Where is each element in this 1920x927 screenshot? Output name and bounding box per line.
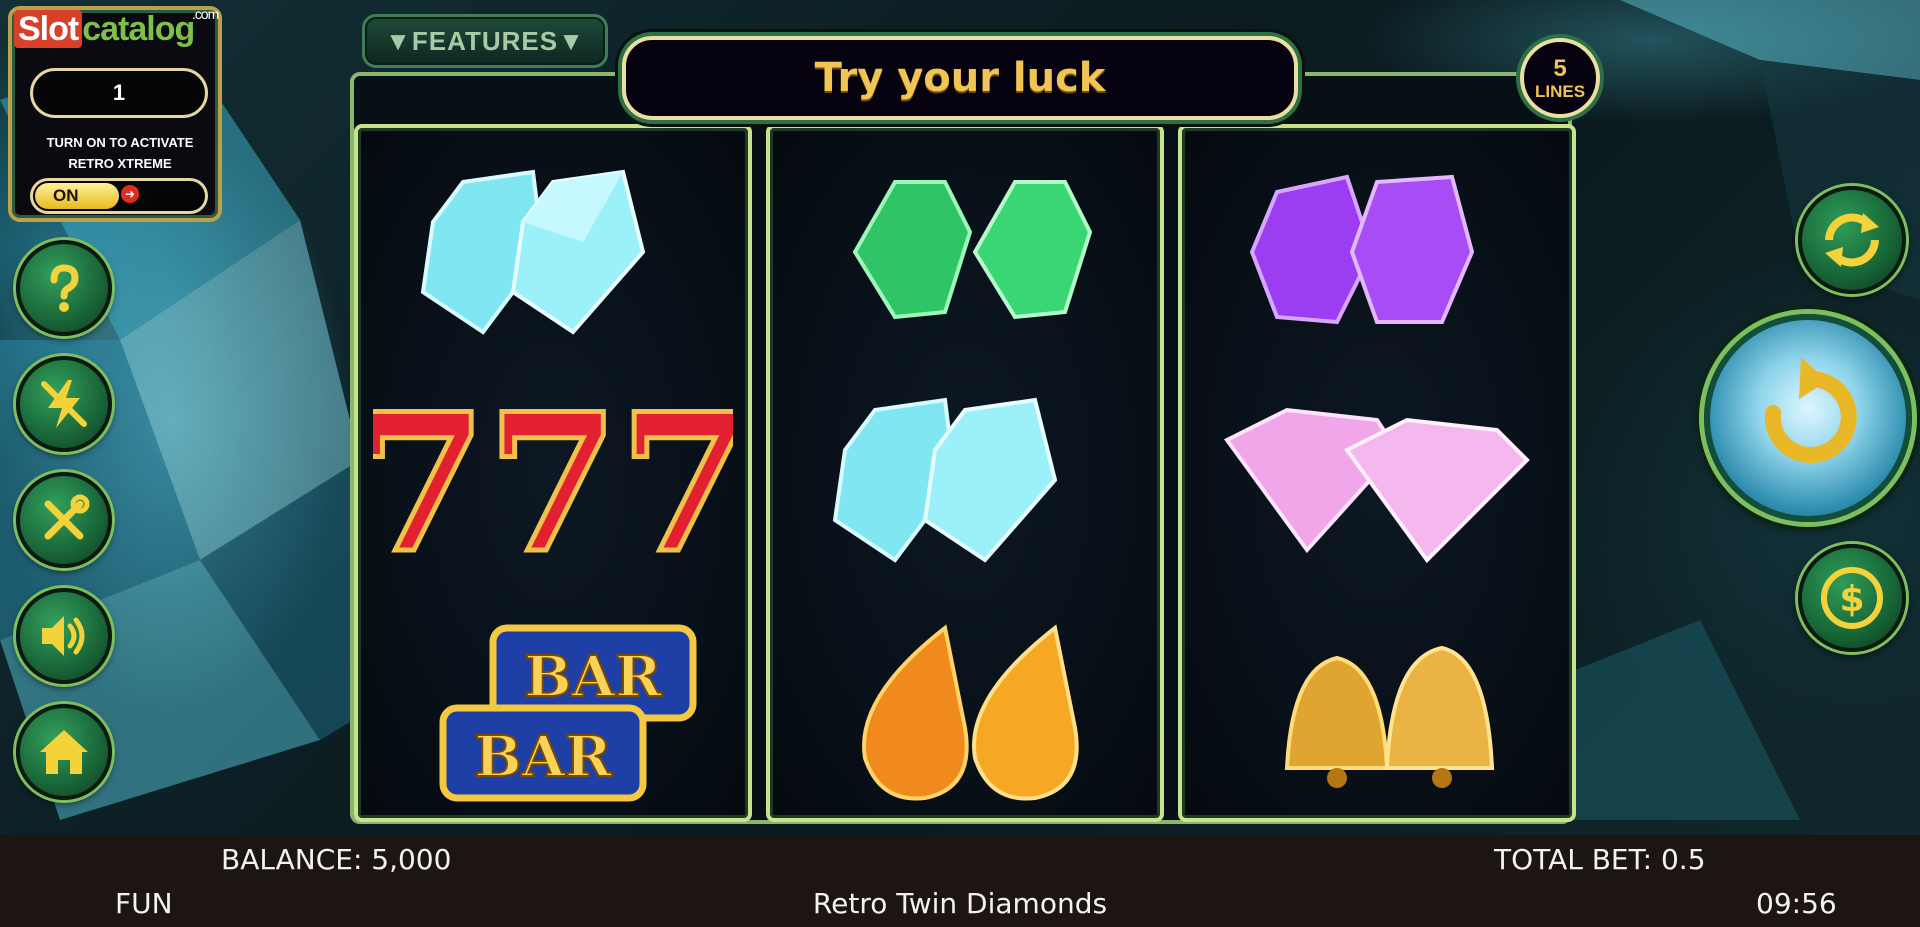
reel-2-symbol-2 xyxy=(770,364,1160,596)
xtreme-value-display: 1 xyxy=(30,68,208,118)
spin-icon xyxy=(1764,357,1857,463)
blue-gem-double-icon xyxy=(420,169,646,335)
reel-1-symbol-2: 777 xyxy=(358,364,748,596)
slotcatalog-watermark: Slot catalog .com xyxy=(14,6,219,49)
autoplay-button[interactable] xyxy=(1798,186,1906,294)
reel-1-symbol-1 xyxy=(358,136,748,368)
reel-2-symbol-3 xyxy=(770,592,1160,818)
turbo-button[interactable] xyxy=(16,356,112,452)
xtreme-description-line1: TURN ON TO ACTIVATE xyxy=(46,135,194,150)
xtreme-description-line2: RETRO XTREME xyxy=(68,156,172,171)
reel-3-symbol-2 xyxy=(1182,364,1572,596)
autoplay-icon xyxy=(1825,213,1879,267)
double-bar-icon: BAR BAR xyxy=(439,624,697,802)
question-icon xyxy=(50,264,79,312)
watermark-suffix: .com xyxy=(191,6,219,22)
xtreme-toggle-knob: ON xyxy=(35,183,119,209)
reel-3 xyxy=(1178,124,1576,822)
reel-2-symbol-1 xyxy=(770,136,1160,368)
balance-display: BALANCE: 5,000 xyxy=(221,843,452,876)
bell-double-icon xyxy=(1284,645,1495,788)
watermark-part2: catalog xyxy=(82,10,195,48)
pink-diamond-double-icon xyxy=(1223,407,1530,564)
lines-badge: 5 LINES xyxy=(1520,38,1600,118)
bar-text-top: BAR xyxy=(524,644,662,710)
features-button[interactable]: ▼FEATURES▼ xyxy=(362,14,608,68)
blue-gem-double-icon xyxy=(832,397,1058,563)
status-bar: BALANCE: 5,000 TOTAL BET: 0.5 FUN Retro … xyxy=(0,835,1920,927)
reels-frame: 777 BAR BAR xyxy=(350,72,1576,824)
lines-label: LINES xyxy=(1534,81,1586,101)
reel-1-symbol-3: BAR BAR xyxy=(358,592,748,818)
lightning-off-icon xyxy=(41,380,87,428)
settings-button[interactable] xyxy=(16,472,112,568)
reel-1: 777 BAR BAR xyxy=(354,124,752,822)
spin-button[interactable] xyxy=(1704,314,1912,522)
svg-text:$: $ xyxy=(1839,579,1864,620)
xtreme-toggle[interactable]: ON ➜ xyxy=(30,178,208,214)
green-gem-double-icon xyxy=(852,180,1093,320)
toggle-arrow-icon: ➜ xyxy=(121,185,139,203)
coin-dollar-icon: $ xyxy=(1821,567,1883,629)
xtreme-description: TURN ON TO ACTIVATE RETRO XTREME xyxy=(20,132,220,174)
reel-2 xyxy=(766,124,1164,822)
game-title: Retro Twin Diamonds xyxy=(812,887,1108,920)
reel-3-symbol-1 xyxy=(1182,136,1572,368)
bet-button[interactable]: $ xyxy=(1798,544,1906,652)
lines-count: 5 xyxy=(1553,54,1567,82)
svg-text:777: 777 xyxy=(373,380,733,580)
clock: 09:56 xyxy=(1756,887,1837,920)
purple-gem-double-icon xyxy=(1249,174,1475,325)
speaker-icon xyxy=(42,616,85,656)
total-bet-display: TOTAL BET: 0.5 xyxy=(1494,843,1706,876)
bar-text-bottom: BAR xyxy=(474,724,612,790)
triple-seven-icon: 777 xyxy=(373,380,733,580)
message-banner: Try your luck xyxy=(622,36,1298,120)
xtreme-toggle-label: ON xyxy=(53,186,79,205)
tools-icon xyxy=(44,494,90,540)
home-icon xyxy=(40,730,88,774)
reel-3-symbol-3 xyxy=(1182,592,1572,818)
orange-drop-gem-double-icon xyxy=(862,624,1079,801)
sound-button[interactable] xyxy=(16,588,112,684)
watermark-part1: Slot xyxy=(14,10,83,48)
home-button[interactable] xyxy=(16,704,112,800)
help-button[interactable] xyxy=(16,240,112,336)
